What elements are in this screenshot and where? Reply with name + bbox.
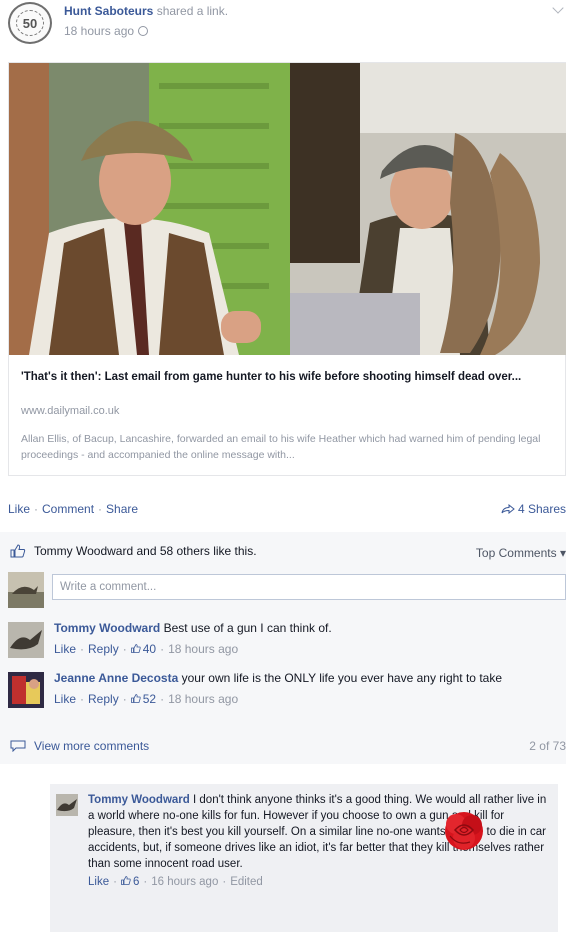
thumbs-up-icon [10, 544, 26, 558]
view-more-comments: View more comments 2 of 73 [10, 738, 566, 754]
separator-dot: · [113, 876, 117, 888]
avatar[interactable] [8, 622, 44, 658]
reply-author-avatar-image [56, 794, 78, 816]
page-name-link[interactable]: Hunt Saboteurs [64, 4, 153, 18]
reply-like-count[interactable]: 6 [121, 876, 139, 888]
comment-author-link[interactable]: Tommy Woodward [54, 621, 160, 635]
likes-summary: Tommy Woodward and 58 others like this. … [10, 542, 566, 560]
avatar[interactable] [56, 794, 78, 816]
post-action-bar: Like · Comment · Share 4 Shares [8, 500, 566, 520]
thumbs-up-icon [130, 644, 141, 653]
comment-like-count[interactable]: 52 [130, 692, 157, 706]
shares-count[interactable]: 4 Shares [501, 502, 566, 516]
top-comments-dropdown[interactable]: Top Comments ▾ [476, 546, 566, 560]
current-user-avatar-image [8, 572, 44, 608]
comment-like-count-value: 52 [142, 692, 157, 706]
comment-reply-button[interactable]: Reply [88, 692, 119, 706]
post-timestamp[interactable]: 18 hours ago [64, 24, 134, 38]
reply-like-count-value: 6 [132, 876, 140, 888]
comment-timestamp[interactable]: 18 hours ago [168, 642, 238, 656]
likes-summary-text[interactable]: Tommy Woodward and 58 others like this. [34, 544, 257, 558]
hunter-portrait-illustration [9, 63, 290, 355]
link-preview-card[interactable]: 'That's it then': Last email from game h… [8, 62, 566, 476]
commenter-avatar-image [8, 622, 44, 658]
separator-dot: · [80, 642, 85, 656]
comment-author-link[interactable]: Jeanne Anne Decosta [54, 671, 178, 685]
separator-dot: · [122, 642, 127, 656]
post-header: 50 Hunt Saboteurs shared a link. 18 hour… [8, 2, 564, 44]
share-arrow-icon [501, 504, 515, 514]
thumbs-up-icon [121, 876, 131, 885]
comment-input[interactable] [52, 574, 566, 600]
photo-right-hunter-with-hares [290, 63, 566, 355]
link-preview-domain: www.dailymail.co.uk [21, 405, 120, 417]
shares-count-label: 4 Shares [517, 502, 566, 516]
comment-like-button[interactable]: Like [54, 692, 76, 706]
comment-button[interactable]: Comment [42, 502, 94, 516]
separator-dot: · [122, 692, 127, 706]
photo-left-hunter-portrait [9, 63, 290, 355]
comment-body: Tommy Woodward Best use of a gun I can t… [54, 620, 544, 657]
avatar[interactable] [8, 572, 44, 608]
commenter-avatar-image [8, 672, 44, 708]
comment-like-count[interactable]: 40 [130, 642, 157, 656]
link-preview-description: Allan Ellis, of Bacup, Lancashire, forwa… [21, 433, 541, 461]
comment-body: Jeanne Anne Decosta your own life is the… [54, 670, 544, 707]
separator-dot: · [143, 876, 148, 888]
post-header-text: Hunt Saboteurs shared a link. 18 hours a… [64, 4, 228, 38]
link-preview-image[interactable] [9, 63, 566, 355]
comment-composer [8, 572, 566, 610]
post-actions: Like · Comment · Share [8, 502, 138, 516]
edited-label[interactable]: Edited [230, 876, 263, 888]
post-action-text: shared a link. [156, 4, 229, 18]
separator-dot: · [34, 502, 39, 516]
avatar-badge-text: 50 [22, 16, 38, 31]
rose-icon [445, 812, 483, 850]
chevron-down-icon: ▾ [559, 546, 566, 560]
separator-dot: · [80, 692, 85, 706]
comment-timestamp[interactable]: 18 hours ago [168, 692, 238, 706]
thumbs-up-icon [130, 694, 141, 703]
reply-like-button[interactable]: Like [88, 876, 109, 888]
comment-text: your own life is the ONLY life you ever … [181, 671, 502, 685]
reply-timestamp[interactable]: 16 hours ago [151, 876, 218, 888]
reply-author-link[interactable]: Tommy Woodward [88, 794, 190, 806]
globe-icon [138, 26, 149, 36]
separator-dot: · [98, 502, 103, 516]
reply-meta: Like · 6 · 16 hours ago · Edited [88, 874, 548, 890]
share-button[interactable]: Share [106, 502, 138, 516]
page-avatar[interactable]: 50 [8, 2, 52, 44]
separator-dot: · [160, 642, 165, 656]
comment-like-count-value: 40 [142, 642, 157, 656]
separator-dot: · [160, 692, 165, 706]
hunter-with-hares-illustration [290, 63, 566, 355]
view-more-comments-link[interactable]: View more comments [34, 739, 149, 753]
like-button[interactable]: Like [8, 502, 30, 516]
link-preview-title[interactable]: 'That's it then': Last email from game h… [21, 369, 551, 385]
comment-count: 2 of 73 [529, 739, 566, 753]
comment-reply-button[interactable]: Reply [88, 642, 119, 656]
separator-dot: · [222, 876, 227, 888]
comment-item: Tommy Woodward Best use of a gun I can t… [8, 620, 564, 662]
avatar[interactable] [8, 672, 44, 708]
reply-comment: Tommy Woodward I don't think anyone thin… [50, 784, 558, 932]
top-comments-label: Top Comments [475, 546, 557, 560]
chevron-down-icon[interactable] [552, 2, 564, 14]
speech-bubble-icon [10, 740, 26, 752]
post-meta: 18 hours ago [64, 24, 228, 38]
post-header-line: Hunt Saboteurs shared a link. [64, 4, 228, 18]
comment-item: Jeanne Anne Decosta your own life is the… [8, 670, 564, 728]
comment-meta: Like · Reply · 52 · 18 hours ago [54, 691, 544, 707]
comment-meta: Like · Reply · 40 · 18 hours ago [54, 641, 544, 657]
comment-like-button[interactable]: Like [54, 642, 76, 656]
comment-text: Best use of a gun I can think of. [163, 621, 332, 635]
